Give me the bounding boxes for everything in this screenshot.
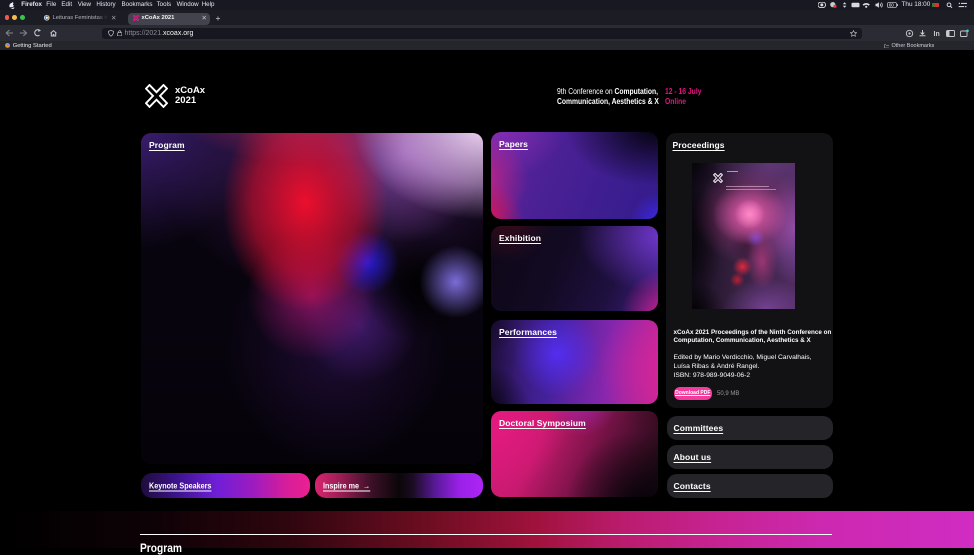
svg-text:60: 60 (889, 3, 894, 8)
svg-text:In: In (934, 31, 940, 38)
